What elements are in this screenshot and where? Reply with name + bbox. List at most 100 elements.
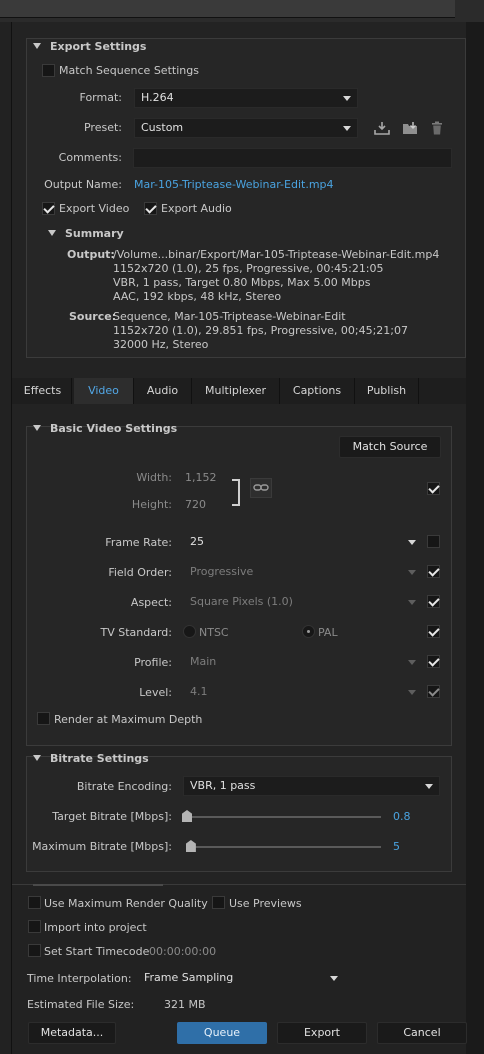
level-label: Level: [139,686,172,699]
level-dropdown[interactable]: 4.1 [183,682,423,702]
summary-source-line: Sequence, Mar-105-Triptease-Webinar-Edit [113,310,346,323]
target-bitrate-slider[interactable] [186,816,381,818]
pal-label: PAL [318,626,338,639]
match-source-button[interactable]: Match Source [339,436,441,458]
import-project-checkbox[interactable] [28,920,41,933]
tab-effects[interactable]: Effects [14,378,72,404]
use-previews-checkbox[interactable] [212,896,225,909]
max-bitrate-label: Maximum Bitrate [Mbps]: [32,840,172,853]
field-order-match-checkbox[interactable] [427,565,440,578]
time-interpolation-dropdown[interactable]: Frame Sampling [137,968,345,988]
field-order-label: Field Order: [108,566,172,579]
bitrate-title: Bitrate Settings [50,752,149,765]
tab-publish[interactable]: Publish [355,378,419,404]
export-settings-title: Export Settings [50,40,147,53]
export-video-checkbox[interactable] [42,202,55,215]
disclosure-triangle-icon [33,425,41,431]
basic-video-title: Basic Video Settings [50,422,178,435]
ntsc-radio[interactable] [183,625,196,638]
max-render-quality-checkbox[interactable] [28,896,41,909]
width-value[interactable]: 1,152 [185,471,217,484]
queue-button[interactable]: Queue [177,1022,267,1044]
tab-audio[interactable]: Audio [134,378,192,404]
aspect-dropdown[interactable]: Square Pixels (1.0) [183,592,423,612]
metadata-button[interactable]: Metadata... [28,1022,116,1044]
import-preset-icon[interactable] [402,121,419,138]
render-max-depth-label: Render at Maximum Depth [54,713,203,726]
level-value: 4.1 [190,685,208,698]
save-preset-icon[interactable] [374,121,390,138]
field-order-value: Progressive [190,565,254,578]
bitrate-header[interactable]: Bitrate Settings [33,752,149,765]
format-value: H.264 [141,91,174,104]
width-label: Width: [136,471,172,484]
cancel-button[interactable]: Cancel [377,1022,467,1044]
output-name-link[interactable]: Mar-105-Triptease-Webinar-Edit.mp4 [134,178,334,191]
format-dropdown[interactable]: H.264 [134,88,358,108]
chevron-down-icon [425,784,433,789]
target-bitrate-label: Target Bitrate [Mbps]: [52,810,172,823]
summary-source-line: 1152x720 (1.0), 29.851 fps, Progressive,… [113,324,409,337]
match-sequence-label: Match Sequence Settings [59,64,199,77]
aspect-match-checkbox[interactable] [427,595,440,608]
advanced-settings-header-clipped [33,881,163,887]
render-max-depth-checkbox[interactable] [37,712,50,725]
dimension-link-bracket [232,479,240,506]
bitrate-encoding-value: VBR, 1 pass [190,779,256,792]
tab-video[interactable]: Video [74,378,134,404]
left-dock-bar [0,22,12,1054]
preset-label: Preset: [83,121,122,134]
export-video-label: Export Video [59,202,130,215]
level-match-checkbox[interactable] [427,685,440,698]
summary-source-label: Source: [69,310,117,323]
summary-output-line: AAC, 192 kbps, 48 kHz, Stereo [113,290,282,303]
preset-value: Custom [141,121,184,134]
frame-rate-dropdown[interactable]: 25 [183,532,423,552]
chevron-down-icon [408,570,416,575]
dimensions-match-checkbox[interactable] [427,482,440,495]
aspect-value: Square Pixels (1.0) [190,595,293,608]
profile-label: Profile: [134,656,172,669]
comments-input[interactable] [133,148,452,168]
max-bitrate-slider[interactable] [186,846,381,848]
max-bitrate-value[interactable]: 5 [393,840,400,853]
field-order-dropdown[interactable]: Progressive [183,562,423,582]
export-button[interactable]: Export [277,1022,367,1044]
use-previews-label: Use Previews [229,897,302,910]
disclosure-triangle-icon [33,43,41,49]
pal-radio[interactable] [302,625,315,638]
format-label: Format: [79,91,122,104]
target-bitrate-value[interactable]: 0.8 [393,810,411,823]
summary-output-label: Output: [67,248,115,261]
profile-match-checkbox[interactable] [427,655,440,668]
comments-label: Comments: [58,151,122,164]
tab-captions[interactable]: Captions [280,378,355,404]
tv-standard-match-checkbox[interactable] [427,625,440,638]
export-settings-header[interactable]: Export Settings [33,40,146,53]
chevron-down-icon [343,96,351,101]
tab-multiplexer[interactable]: Multiplexer [192,378,280,404]
match-sequence-checkbox[interactable] [42,64,55,77]
profile-value: Main [190,655,217,668]
profile-dropdown[interactable]: Main [183,652,423,672]
chevron-down-icon [408,690,416,695]
height-value[interactable]: 720 [185,498,206,511]
frame-rate-match-checkbox[interactable] [427,535,440,548]
start-timecode-checkbox[interactable] [28,944,41,957]
basic-video-header[interactable]: Basic Video Settings [33,422,177,435]
frame-rate-value: 25 [190,535,204,548]
summary-header[interactable]: Summary [48,227,124,240]
start-timecode-value[interactable]: 00:00:00:00 [149,945,216,958]
top-tab-strip [0,0,484,22]
ntsc-label: NTSC [199,626,229,639]
chevron-down-icon [343,126,351,131]
summary-output-line: 1152x720 (1.0), 25 fps, Progressive, 00:… [113,262,384,275]
preset-dropdown[interactable]: Custom [134,118,358,138]
delete-preset-icon[interactable] [431,121,443,138]
disclosure-triangle-icon [48,230,56,236]
chain-link-icon[interactable] [250,478,272,498]
tv-standard-label: TV Standard: [100,626,173,639]
export-audio-checkbox[interactable] [144,202,157,215]
bitrate-encoding-dropdown[interactable]: VBR, 1 pass [183,776,440,796]
summary-output-text: /Volume...binar/Export/Mar-105-Triptease… [113,248,439,304]
